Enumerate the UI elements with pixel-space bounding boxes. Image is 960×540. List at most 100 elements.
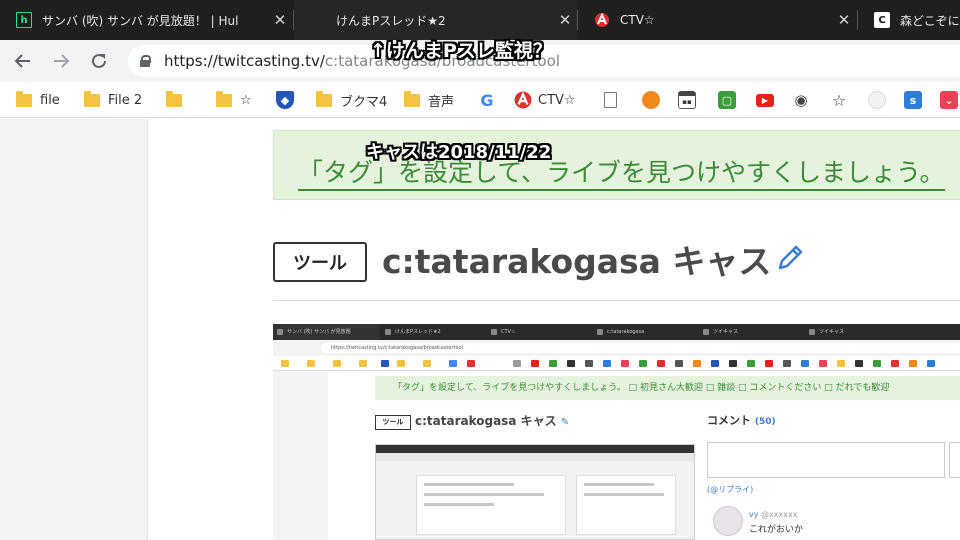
bubble-icon bbox=[642, 91, 660, 109]
nested-comment-label: コメント bbox=[707, 414, 751, 427]
nested-screen-capture: サンバ (吹) サンバ が見放題 けんまPスレッド★2 CTV☆ c:tatar… bbox=[273, 324, 960, 540]
bookmark-onsei[interactable]: 音声 bbox=[404, 90, 454, 110]
folder-icon bbox=[16, 90, 32, 107]
tab-title: サンバ (吹) サンバ が見放題！ | Hul bbox=[42, 13, 239, 28]
bookmark-label: CTV☆ bbox=[538, 92, 576, 108]
bookmark-star-app[interactable]: ☆ bbox=[830, 90, 854, 110]
bookmark-page[interactable] bbox=[604, 90, 623, 110]
tab-kenmap-thread[interactable]: けんまPスレッド★2 ✕ bbox=[294, 0, 577, 40]
google-icon: G bbox=[480, 90, 494, 110]
nested-comment-count: (50) bbox=[754, 417, 776, 427]
bookmark-youtube[interactable]: ▶ bbox=[756, 90, 780, 110]
green-app-icon: ▢ bbox=[718, 91, 736, 109]
blank-icon bbox=[310, 12, 326, 28]
ctv-icon bbox=[594, 12, 610, 28]
nested-pencil-icon: ✎ bbox=[560, 417, 570, 428]
url-origin: https://twitcasting.tv/ bbox=[164, 52, 325, 70]
nested-tab: CTV☆ bbox=[487, 324, 591, 340]
lock-icon bbox=[140, 55, 151, 67]
divider bbox=[273, 300, 960, 301]
tab-mori[interactable]: C 森どこぞにて bbox=[858, 0, 960, 40]
bookmark-calendar[interactable]: ▪▪ bbox=[678, 90, 702, 110]
nested-user-handle: @xxxxxx bbox=[761, 510, 798, 519]
bookmark-label: 音声 bbox=[428, 94, 455, 110]
nested-tab: ツイキャス bbox=[805, 324, 909, 340]
close-icon[interactable]: ✕ bbox=[268, 11, 292, 29]
tool-button[interactable]: ツール bbox=[273, 242, 367, 282]
bookmark-green-app[interactable]: ▢ bbox=[718, 90, 742, 110]
bookmark-label: File 2 bbox=[108, 92, 143, 108]
folder-icon bbox=[84, 90, 100, 107]
nested-tab: けんまPスレッド★2 bbox=[381, 324, 485, 340]
bookmark-bubble[interactable] bbox=[642, 90, 666, 110]
nested-comment-heading: コメント (50) bbox=[707, 412, 776, 428]
bookmark-google[interactable]: G bbox=[478, 90, 502, 110]
nested-tab-strip: サンバ (吹) サンバ が見放題 けんまPスレッド★2 CTV☆ c:tatar… bbox=[273, 324, 960, 340]
bookmark-file[interactable]: file bbox=[16, 90, 60, 110]
tab-title: けんまPスレッド★2 bbox=[336, 13, 446, 28]
nested-avatar bbox=[713, 506, 743, 536]
tab-ctv[interactable]: CTV☆ ✕ bbox=[578, 0, 856, 40]
nested-title-text: c:tatarakogasa キャス bbox=[415, 414, 557, 428]
tab-hulu[interactable]: h サンバ (吹) サンバ が見放題！ | Hul ✕ bbox=[0, 0, 292, 40]
reload-icon[interactable] bbox=[80, 42, 118, 80]
page-icon bbox=[604, 92, 617, 108]
nested-tool-button: ツール bbox=[375, 415, 411, 430]
hulu-icon: h bbox=[16, 12, 32, 28]
back-arrow-icon[interactable] bbox=[4, 42, 42, 80]
nested-reply-link: (@リプライ) bbox=[707, 485, 754, 494]
left-sidebar bbox=[0, 119, 148, 540]
ctv-icon bbox=[514, 91, 532, 109]
bookmark-label: file bbox=[40, 92, 60, 108]
nested-comment-submit bbox=[949, 442, 960, 478]
overlay-caption-middle: キャスは2018/11/22 bbox=[366, 142, 552, 163]
shield-icon: ◆ bbox=[276, 91, 294, 109]
bookmarks-bar: file File 2 ☆ ◆ ブクマ4 音声 G CTV☆ ▪▪ ▢ ▶ ◉ … bbox=[0, 82, 960, 118]
page-content: 「タグ」を設定して、ライブを見つけやすくしましょう。 ツール c:tatarak… bbox=[0, 119, 960, 540]
bookmark-label: ブクマ4 bbox=[340, 94, 388, 110]
bookmark-label: ☆ bbox=[240, 92, 252, 108]
nested-url: https://twitcasting.tv/c:tatarakogasa/br… bbox=[321, 343, 960, 353]
folder-icon bbox=[404, 90, 420, 107]
nested-inner-screen-capture bbox=[375, 444, 695, 540]
pencil-icon[interactable] bbox=[774, 242, 806, 274]
youtube-icon: ▶ bbox=[756, 93, 774, 107]
blue-app-icon: s bbox=[904, 91, 922, 109]
forward-arrow-icon[interactable] bbox=[42, 42, 80, 80]
pocket-icon: ⌄ bbox=[940, 91, 958, 109]
bookmark-blue-app[interactable]: s bbox=[904, 90, 928, 110]
nested-page-title: c:tatarakogasa キャス ✎ bbox=[415, 412, 569, 429]
nested-comment-input bbox=[707, 442, 945, 478]
close-icon[interactable]: ✕ bbox=[832, 11, 856, 29]
nested-comment-message: これがおいか bbox=[749, 525, 804, 535]
nested-tag-notice: 「タグ」を設定して、ライブを見つけやすくしましょう。 □ 初見さん大歓迎 □ 雑… bbox=[375, 376, 960, 400]
page-title: c:tatarakogasa キャス bbox=[382, 242, 772, 281]
nested-tab: ツイキャス bbox=[699, 324, 803, 340]
bookmark-ctv[interactable]: CTV☆ bbox=[514, 90, 576, 110]
tab-title: 森どこぞにて bbox=[900, 13, 960, 28]
nested-comment-user: vy @xxxxxx bbox=[749, 510, 797, 519]
bookmark-bukuma4[interactable]: ブクマ4 bbox=[316, 90, 387, 110]
nested-bookmarks-bar bbox=[273, 356, 960, 371]
bookmark-eye[interactable]: ◉ bbox=[792, 90, 816, 110]
bookmark-pocket[interactable]: ⌄ bbox=[940, 90, 960, 110]
bookmark-star-folder[interactable]: ☆ bbox=[216, 90, 252, 110]
bookmark-circle[interactable] bbox=[868, 90, 892, 110]
nested-user-name: vy bbox=[749, 510, 759, 519]
folder-icon bbox=[166, 90, 182, 107]
folder-icon bbox=[316, 90, 332, 107]
bookmark-folder[interactable] bbox=[166, 90, 190, 110]
star-app-icon: ☆ bbox=[831, 90, 847, 110]
c-icon: C bbox=[874, 12, 890, 28]
bookmark-file-2[interactable]: File 2 bbox=[84, 90, 142, 110]
nested-tab: サンバ (吹) サンバ が見放題 bbox=[273, 324, 379, 340]
folder-icon bbox=[216, 90, 232, 107]
close-icon[interactable]: ✕ bbox=[553, 11, 577, 29]
overlay-caption-top: ↑けんまPスレ監視？ bbox=[370, 40, 552, 62]
bookmark-shield[interactable]: ◆ bbox=[276, 90, 300, 110]
nested-left-sidebar bbox=[273, 371, 328, 540]
eye-icon: ◉ bbox=[794, 91, 808, 109]
tab-title: CTV☆ bbox=[620, 13, 655, 27]
nested-address-bar: https://twitcasting.tv/c:tatarakogasa/br… bbox=[273, 340, 960, 356]
calendar-icon: ▪▪ bbox=[678, 91, 696, 109]
